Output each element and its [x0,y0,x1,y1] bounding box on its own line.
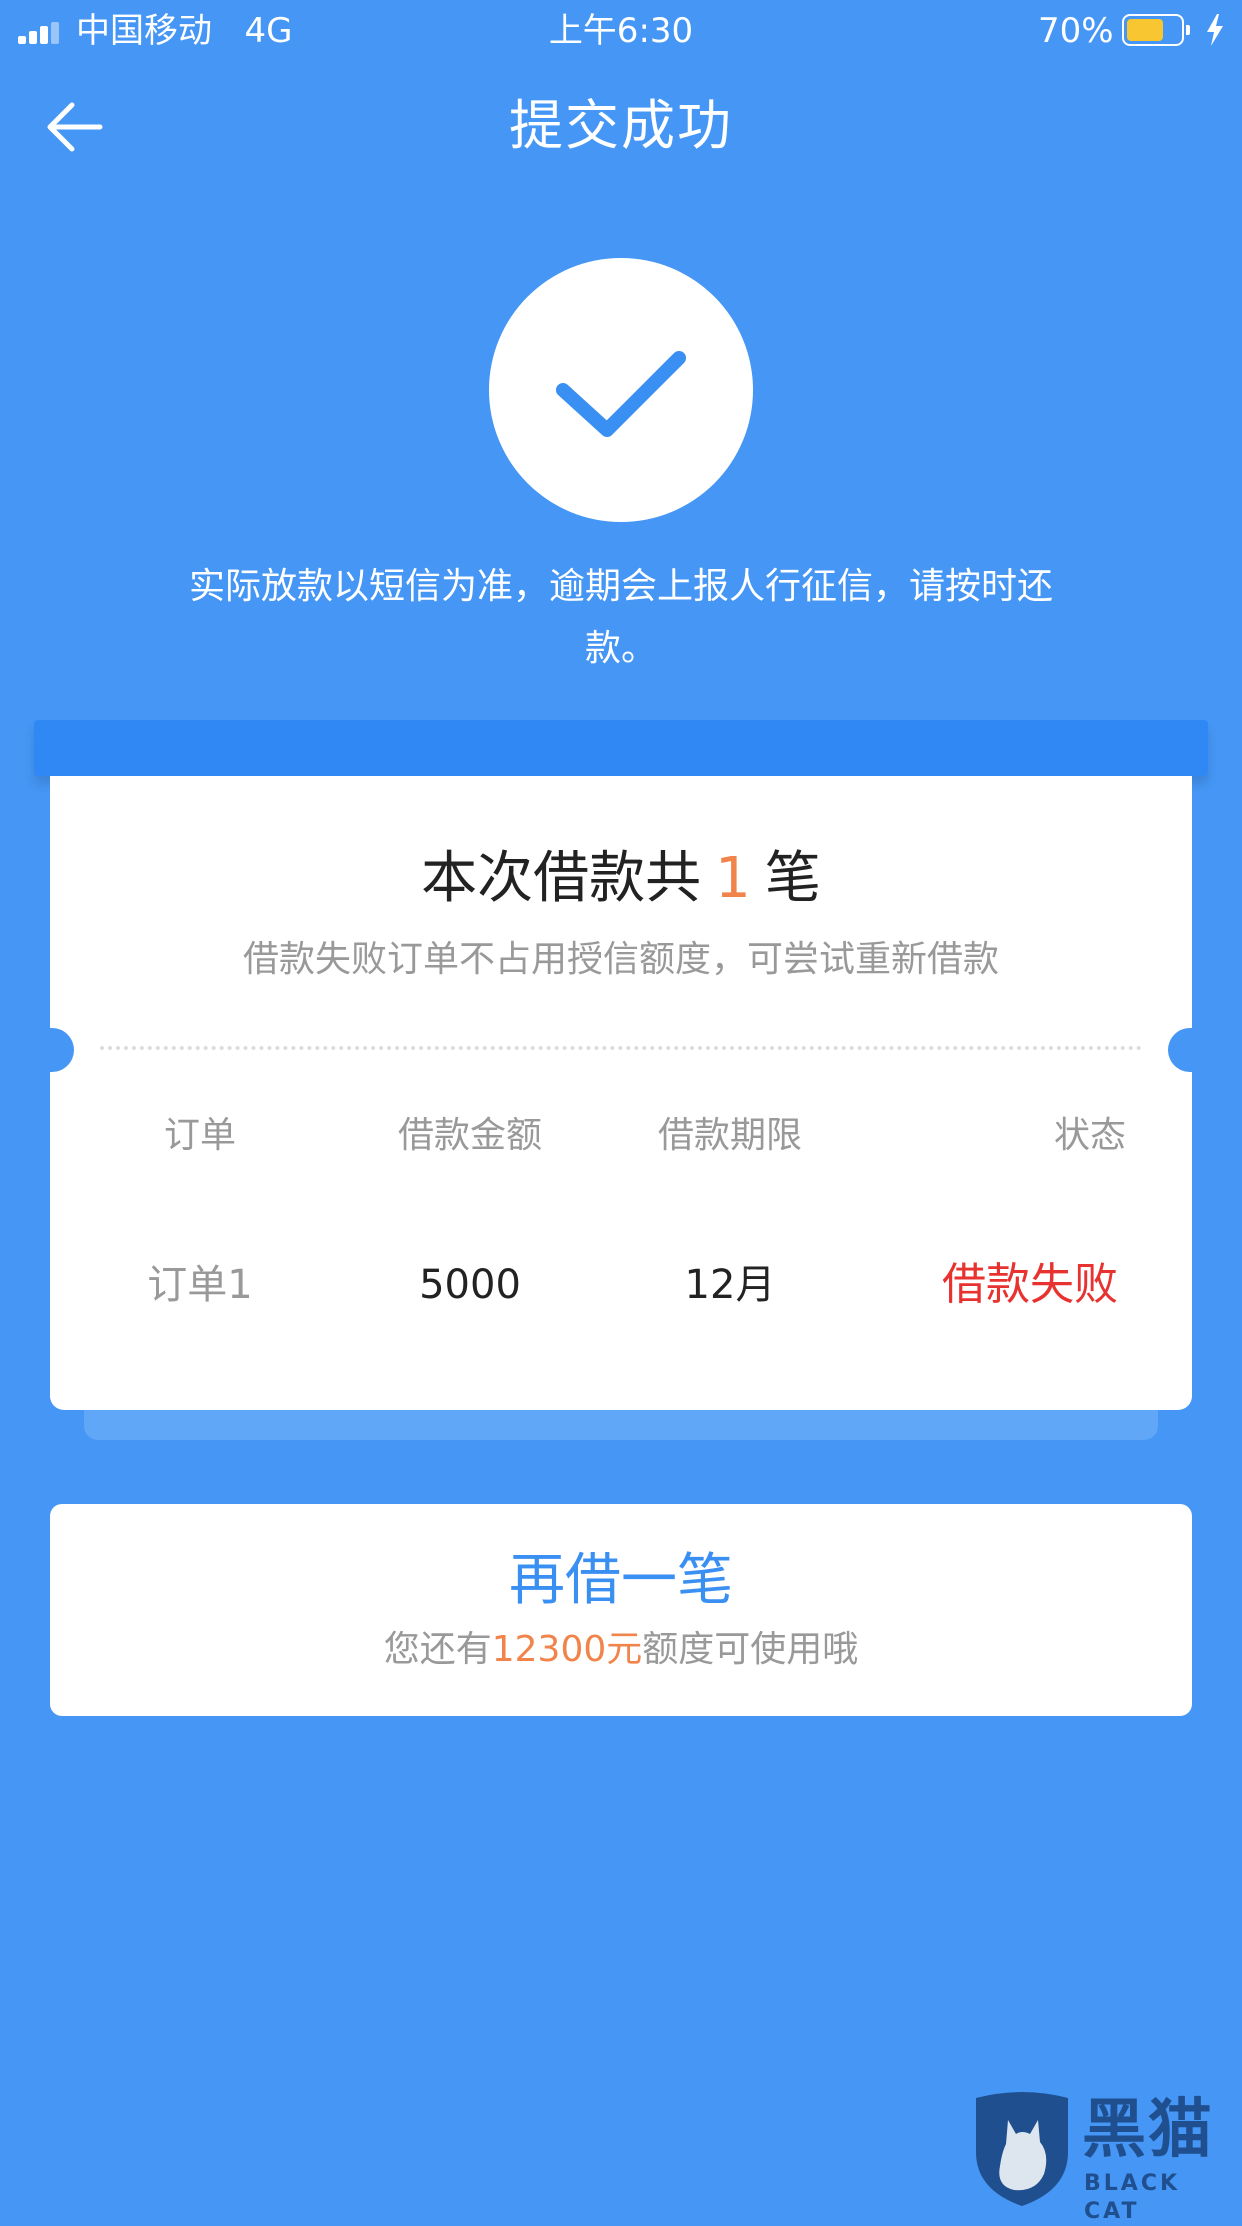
column-header-amount: 借款金额 [397,1115,542,1156]
loan-notice: 实际放款以短信为准，逾期会上报人行征信，请按时还款。 [188,566,1053,669]
column-header-status: 状态 [1053,1115,1126,1156]
order-amount: 5000 [419,1262,521,1308]
charging-icon [1207,14,1223,46]
loan-summary-card: 本次借款共 1 笔 借款失败订单不占用授信额度，可尝试重新借款 订单 借款金额 借款… [50,776,1192,1410]
loan-count-title: 本次借款共 1 笔 [421,846,821,911]
ticket-notch-left [26,1028,74,1072]
borrow-again-button[interactable]: 再借一笔 您还有12300元额度可使用哦 [50,1504,1192,1716]
order-term: 12月 [684,1262,776,1308]
blackcat-watermark: 黑猫 BLACK CAT [970,2090,1242,2224]
dotted-divider [100,1046,1142,1050]
loan-count: 1 [715,846,751,911]
order-name: 订单1 [147,1262,253,1308]
checkmark-icon [556,351,686,437]
success-badge [489,258,753,522]
order-status: 借款失败 [942,1259,1118,1310]
status-bar: 中国移动 4G 上午6:30 70% [0,0,1242,62]
watermark-en: BLACK CAT [1084,2171,1181,2224]
ticket-notch-right [1168,1028,1216,1072]
card-slot [34,720,1208,776]
cat-shield-logo [976,2092,1068,2206]
column-header-order: 订单 [163,1115,236,1156]
available-credit-amount: 12300元 [491,1629,643,1670]
column-header-term: 借款期限 [657,1115,802,1156]
available-credit-text: 您还有12300元额度可使用哦 [383,1629,859,1670]
watermark-cn: 黑猫 [1082,2093,1214,2167]
page-title: 提交成功 [509,94,733,157]
card-subtitle: 借款失败订单不占用授信额度，可尝试重新借款 [242,939,999,980]
battery-icon [1122,14,1190,46]
borrow-again-label: 再借一笔 [509,1548,733,1613]
battery-level [1127,19,1163,41]
battery-percent: 70% [1038,11,1114,51]
